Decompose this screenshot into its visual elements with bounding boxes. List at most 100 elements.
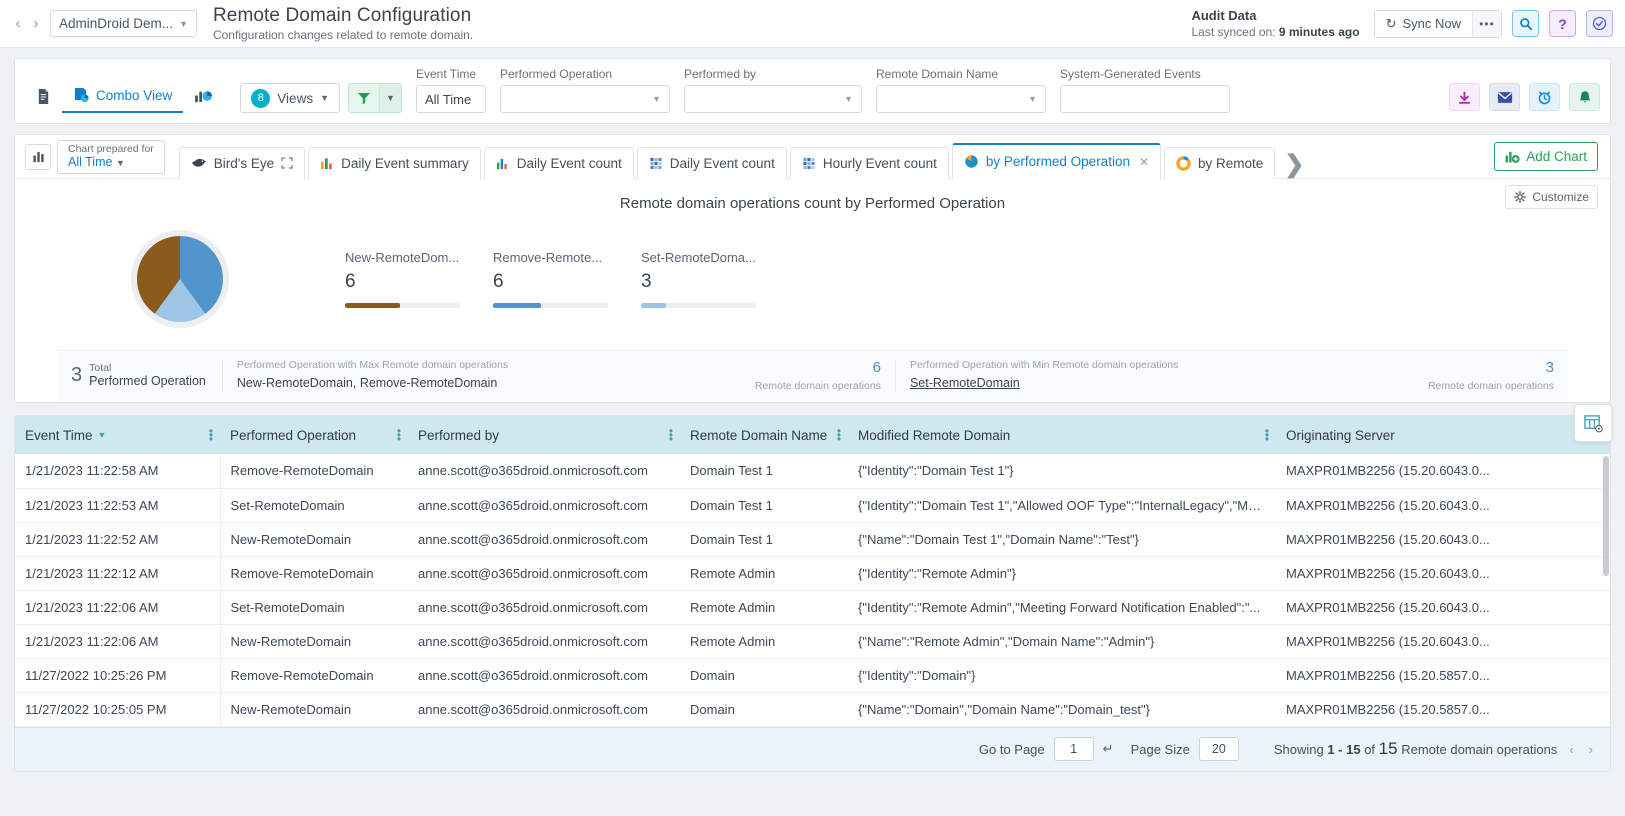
chart-tab-daily-event-count-heatmap[interactable]: Daily Event count bbox=[636, 146, 787, 179]
table-row[interactable]: 1/21/2023 11:22:52 AM New-RemoteDomain ann… bbox=[15, 522, 1610, 557]
org-selector[interactable]: AdminDroid Dem... ▼ bbox=[50, 10, 197, 37]
go-to-page-submit-icon[interactable]: ↵ bbox=[1103, 741, 1114, 757]
performed-by-select[interactable]: ▼ bbox=[684, 85, 862, 113]
column-menu-icon[interactable]: ••• bbox=[206, 425, 216, 445]
legend-bar-fill bbox=[641, 303, 667, 308]
table-row[interactable]: 1/21/2023 11:22:12 AM Remove-RemoteDomain… bbox=[15, 556, 1610, 591]
chart-tab-label: Hourly Event count bbox=[822, 155, 937, 171]
chart-tab-by-remote[interactable]: by Remote bbox=[1164, 146, 1276, 179]
page-subtitle: Configuration changes related to remote … bbox=[212, 27, 474, 42]
legend-item[interactable]: Set-RemoteDoma... 3 bbox=[641, 250, 789, 308]
column-menu-icon[interactable]: ••• bbox=[394, 425, 404, 445]
cell-originating-server: MAXPR01MB2256 (15.20.6043.0... bbox=[1276, 590, 1610, 625]
table-row[interactable]: 1/21/2023 11:22:06 AM New-RemoteDomain ann… bbox=[15, 624, 1610, 659]
sort-descending-icon[interactable]: ▼ bbox=[98, 430, 107, 440]
filter-label: Performed by bbox=[684, 67, 757, 81]
help-icon-button[interactable]: ? bbox=[1549, 10, 1576, 37]
column-header-remote-domain-name[interactable]: Remote Domain Name • • • bbox=[680, 416, 848, 454]
column-menu-icon[interactable]: ••• bbox=[666, 425, 676, 445]
download-button[interactable] bbox=[1449, 83, 1480, 111]
table-footer: Go to Page 1 ↵ Page Size 20 Showing 1 - … bbox=[15, 726, 1610, 771]
chart-tab-birds-eye[interactable]: Bird's Eye bbox=[178, 146, 306, 179]
filter-label: System-Generated Events bbox=[1060, 67, 1201, 81]
column-header-event-time[interactable]: Event Time ▼ • • • bbox=[15, 416, 220, 454]
stat-max-count: 6 bbox=[872, 359, 881, 376]
table-row[interactable]: 11/27/2022 10:25:26 PM Remove-RemoteDomai… bbox=[15, 658, 1610, 693]
tab-combo-view[interactable]: Combo View bbox=[62, 79, 184, 113]
tab-chart-view[interactable] bbox=[183, 79, 224, 113]
sync-now-button[interactable]: ↻ Sync Now bbox=[1374, 10, 1473, 37]
chart-tab-by-performed-operation[interactable]: by Performed Operation ✕ bbox=[951, 142, 1162, 179]
filter-field-event-time: Event Time All Time bbox=[416, 67, 486, 113]
email-button[interactable] bbox=[1489, 83, 1520, 111]
views-label: Views bbox=[277, 90, 314, 106]
remote-domain-name-select[interactable]: ▼ bbox=[876, 85, 1046, 113]
alerts-button[interactable] bbox=[1569, 83, 1600, 111]
chart-tabs-next-icon[interactable]: ❯ bbox=[1284, 150, 1304, 179]
column-header-performed-operation[interactable]: Performed Operation • • • bbox=[220, 416, 408, 454]
next-page-icon[interactable]: › bbox=[1586, 742, 1596, 757]
chart-tab-daily-event-summary[interactable]: Daily Event summary bbox=[308, 146, 481, 179]
forward-arrow-icon[interactable]: › bbox=[28, 13, 44, 35]
system-generated-events-input[interactable] bbox=[1060, 85, 1230, 113]
column-label: Performed by bbox=[418, 427, 500, 443]
back-arrow-icon[interactable]: ‹ bbox=[10, 13, 26, 35]
cell-remote-domain-name: Remote Admin bbox=[680, 590, 848, 625]
chart-tab-hourly-event-count[interactable]: Hourly Event count bbox=[789, 146, 949, 179]
search-icon-button[interactable] bbox=[1512, 10, 1539, 37]
table-row[interactable]: 1/21/2023 11:22:53 AM Set-RemoteDomain ann… bbox=[15, 488, 1610, 523]
stat-min-value[interactable]: Set-RemoteDomain bbox=[910, 376, 1418, 390]
check-circle-icon-button[interactable] bbox=[1586, 10, 1613, 37]
stat-max-right: 6 Remote domain operations bbox=[745, 359, 881, 392]
legend-item[interactable]: Remove-Remote... 6 bbox=[493, 250, 641, 308]
column-menu-icon[interactable]: ••• bbox=[834, 425, 844, 445]
legend-label: New-RemoteDom... bbox=[345, 250, 460, 265]
column-menu-icon[interactable]: ••• bbox=[1262, 425, 1272, 445]
column-header-originating-server[interactable]: Originating Server ••• bbox=[1276, 416, 1610, 454]
page-title: Remote Domain Configuration bbox=[212, 5, 472, 27]
cell-event-time: 1/21/2023 11:22:06 AM bbox=[15, 624, 221, 659]
table-vertical-scrollbar[interactable] bbox=[1603, 456, 1609, 576]
tab-report-view[interactable] bbox=[25, 79, 62, 113]
nav-arrows: ‹ › bbox=[0, 13, 50, 35]
prev-page-icon[interactable]: ‹ bbox=[1566, 742, 1576, 757]
stat-total-label-2: Performed Operation bbox=[89, 374, 206, 389]
stat-max-count-label: Remote domain operations bbox=[754, 380, 881, 392]
cell-performed-operation: New-RemoteDomain bbox=[220, 522, 408, 557]
event-time-input[interactable]: All Time bbox=[416, 85, 486, 113]
table-row[interactable]: 11/27/2022 10:25:05 PM New-RemoteDomain an… bbox=[15, 692, 1610, 727]
table-row[interactable]: 1/21/2023 11:22:58 AM Remove-RemoteDomain… bbox=[15, 454, 1610, 489]
add-chart-icon bbox=[1505, 151, 1520, 163]
go-to-page-input[interactable]: 1 bbox=[1053, 737, 1094, 761]
close-icon[interactable]: ✕ bbox=[1139, 155, 1149, 169]
table-row[interactable]: 1/21/2023 11:22:06 AM Set-RemoteDomain ann… bbox=[15, 590, 1610, 625]
showing-suffix: Remote domain operations bbox=[1401, 742, 1558, 757]
stat-min-caption: Performed Operation with Min Remote doma… bbox=[909, 359, 1179, 371]
chart-type-button[interactable] bbox=[25, 143, 51, 170]
cell-event-time: 1/21/2023 11:22:12 AM bbox=[15, 556, 221, 591]
filter-dropdown-button[interactable]: ▼ bbox=[379, 84, 401, 112]
views-button[interactable]: 8 Views ▼ bbox=[240, 83, 340, 113]
add-chart-button[interactable]: Add Chart bbox=[1494, 142, 1598, 171]
table-header-row: Event Time ▼ • • • Performed Operation • • • … bbox=[15, 416, 1610, 454]
sync-more-button[interactable]: ••• bbox=[1473, 10, 1501, 37]
schedule-button[interactable] bbox=[1529, 83, 1560, 111]
performed-operation-select[interactable]: ▼ bbox=[500, 85, 670, 113]
column-header-performed-by[interactable]: Performed by • • • bbox=[408, 416, 680, 454]
chart-tab-label: by Remote bbox=[1198, 155, 1264, 171]
chart-tab-daily-event-count-bar[interactable]: Daily Event count bbox=[483, 146, 634, 179]
chart-prepared-for[interactable]: Chart prepared for All Time ▼ bbox=[57, 139, 165, 174]
bar-chart-icon bbox=[496, 158, 507, 169]
grid-settings-button[interactable] bbox=[1574, 404, 1612, 442]
legend-item[interactable]: New-RemoteDom... 6 bbox=[345, 250, 493, 308]
chart-tab-label: by Performed Operation bbox=[985, 154, 1130, 169]
table-settings-icon bbox=[1583, 414, 1603, 432]
column-header-modified-remote-domain[interactable]: Modified Remote Domain • • • bbox=[848, 416, 1276, 454]
cell-performed-operation: New-RemoteDomain bbox=[220, 692, 408, 727]
page-size-input[interactable]: 20 bbox=[1198, 737, 1239, 761]
filter-funnel-button[interactable] bbox=[349, 84, 379, 112]
stat-min-left: Performed Operation with Min Remote doma… bbox=[910, 359, 1418, 392]
cell-remote-domain-name: Domain Test 1 bbox=[680, 454, 848, 489]
legend-bar-fill bbox=[345, 303, 401, 308]
customize-button[interactable]: Customize bbox=[1505, 185, 1598, 209]
